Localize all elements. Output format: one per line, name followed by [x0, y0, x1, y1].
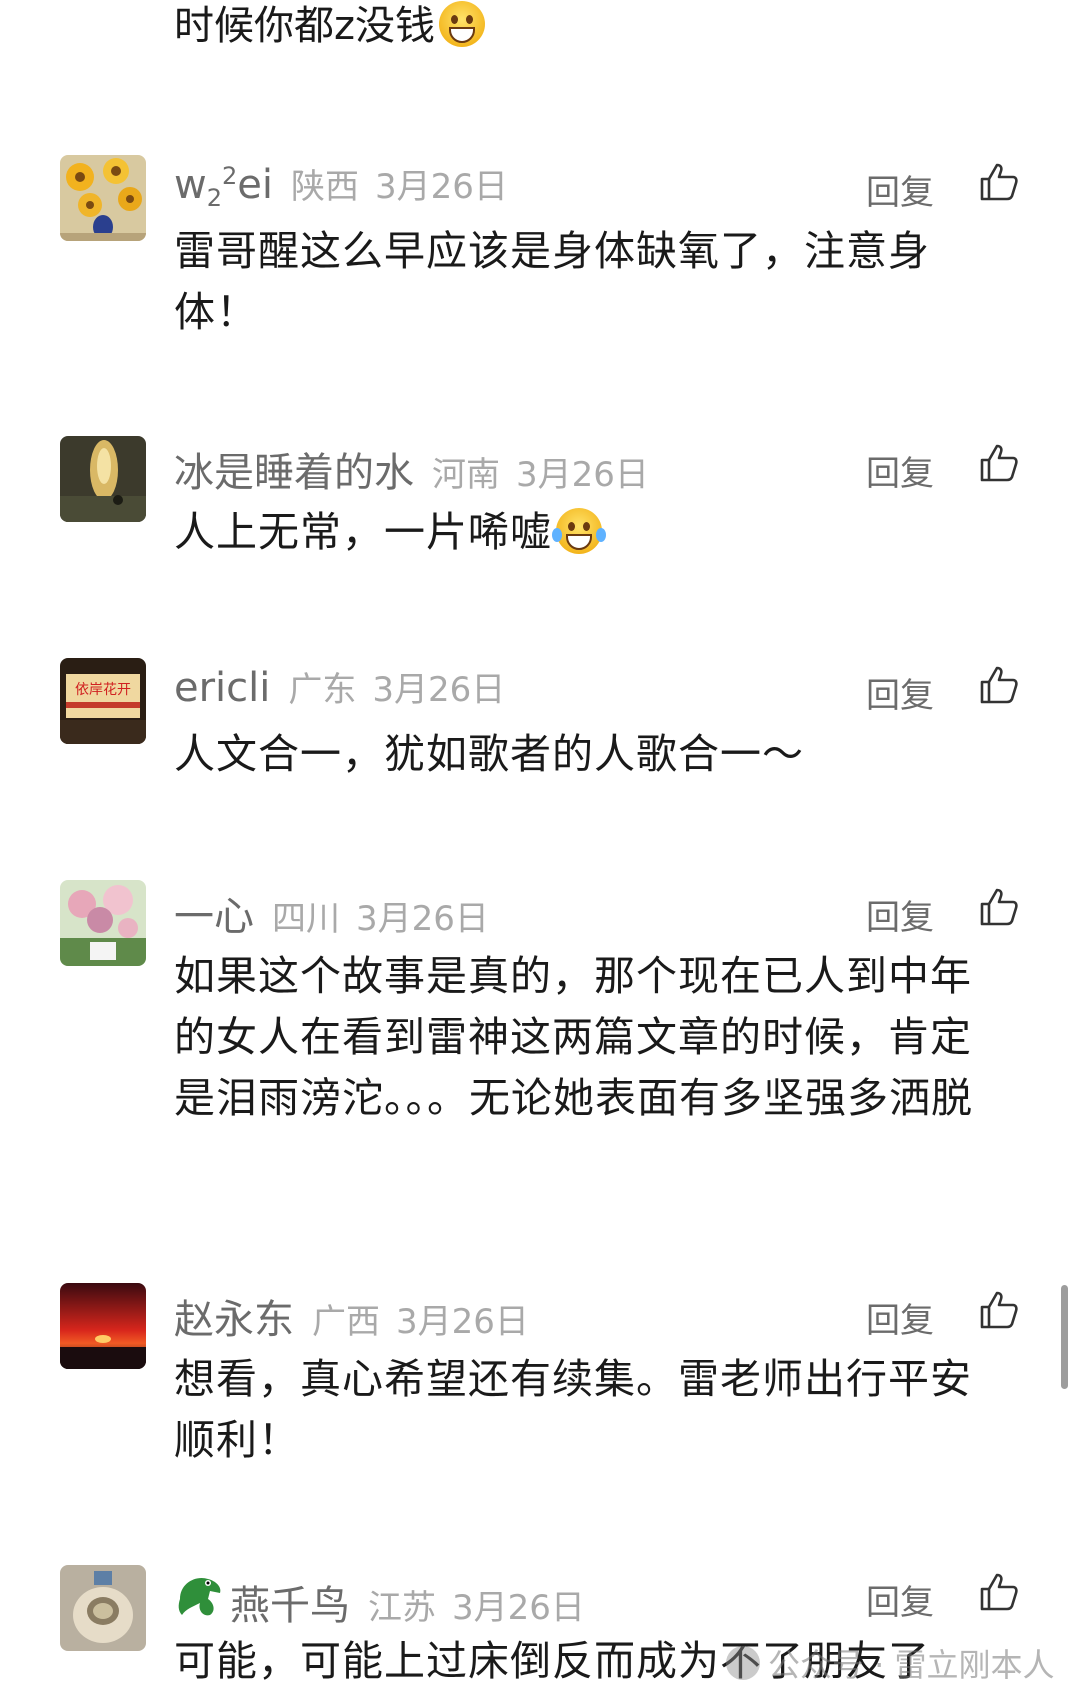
username[interactable]: 燕千鸟 [230, 1573, 350, 1631]
crocodile-emoji-icon [178, 1577, 221, 1616]
avatar[interactable] [60, 1565, 146, 1651]
reply-button[interactable]: 回复 [866, 668, 934, 717]
comment-date: 3月26日 [452, 1588, 585, 1628]
tears-of-joy-emoji-icon [552, 508, 606, 554]
thumbs-up-icon[interactable] [978, 886, 1020, 928]
grinning-emoji-icon [439, 1, 485, 47]
previous-comment-text: 时候你都z没钱 [174, 3, 435, 49]
reply-button[interactable]: 回复 [866, 165, 934, 214]
reply-button[interactable]: 回复 [866, 446, 934, 495]
thumbs-up-icon[interactable] [978, 1289, 1020, 1331]
comment-meta: 冰是睡着的水 河南 3月26日 [174, 440, 649, 496]
username[interactable]: 一心 [174, 884, 254, 942]
username[interactable]: 冰是睡着的水 [174, 440, 414, 498]
thumbs-up-icon[interactable] [978, 442, 1020, 484]
thumbs-up-icon[interactable] [978, 664, 1020, 706]
comment-meta: ericli 广东 3月26日 [174, 662, 505, 718]
username[interactable]: ericli [174, 665, 270, 711]
wechat-official-account-icon [726, 1646, 760, 1680]
comment-meta: 一心 四川 3月26日 [174, 884, 489, 940]
reply-button[interactable]: 回复 [866, 1575, 934, 1624]
comment-meta: 燕千鸟 江苏 3月26日 [174, 1569, 585, 1629]
comment-date: 3月26日 [396, 1302, 529, 1342]
location: 陕西 [291, 167, 360, 207]
thumbs-up-icon[interactable] [978, 161, 1020, 203]
comment-text: 想看，真心希望还有续集。雷老师出行平安顺利！ [174, 1355, 972, 1464]
comment-date: 3月26日 [375, 167, 508, 207]
avatar[interactable] [60, 155, 146, 241]
avatar[interactable]: 依岸花开 [60, 658, 146, 744]
location: 广东 [288, 670, 357, 710]
location: 四川 [272, 899, 340, 939]
comment-text: 人上无常，一片唏嘘 [174, 502, 1004, 563]
comment-date: 3月26日 [372, 670, 506, 710]
watermark: 公众号 · 雷立刚本人 [726, 1640, 1055, 1686]
avatar[interactable] [60, 880, 146, 966]
username[interactable]: w22ei [174, 162, 273, 212]
reply-button[interactable]: 回复 [866, 890, 934, 939]
comment-meta: 赵永东 广西 3月26日 [174, 1287, 529, 1343]
watermark-text: 公众号 · 雷立刚本人 [768, 1646, 1055, 1684]
comment-text: 如果这个故事是真的，那个现在已人到中年的女人在看到雷神这两篇文章的时候，肯定是泪… [174, 952, 973, 1122]
comment-date: 3月26日 [356, 899, 489, 939]
scrollbar[interactable] [1061, 1285, 1068, 1389]
avatar-banner-text: 依岸花开 [75, 682, 131, 698]
location: 广西 [312, 1302, 380, 1342]
previous-comment-fragment: 时候你都z没钱 [174, 0, 485, 52]
comment-text: 人文合一，犹如歌者的人歌合一～ [174, 730, 804, 778]
reply-button[interactable]: 回复 [866, 1293, 934, 1342]
thumbs-up-icon[interactable] [978, 1571, 1020, 1613]
avatar[interactable] [60, 436, 146, 522]
location: 河南 [432, 455, 500, 495]
comment-meta: w22ei 陕西 3月26日 [174, 159, 508, 215]
location: 江苏 [368, 1588, 436, 1628]
username[interactable]: 赵永东 [174, 1287, 294, 1345]
comment-date: 3月26日 [516, 455, 649, 495]
comment-text: 雷哥醒这么早应该是身体缺氧了，注意身体！ [174, 227, 930, 336]
avatar[interactable] [60, 1283, 146, 1369]
